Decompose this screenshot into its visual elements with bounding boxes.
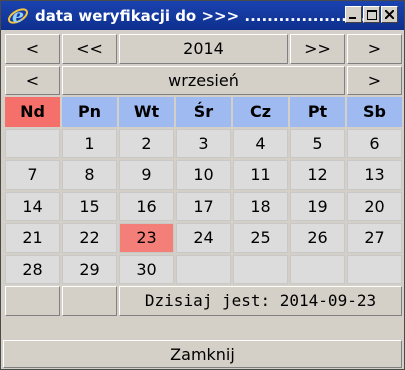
next-month-button[interactable]: >: [347, 34, 402, 64]
calendar-window: e data weryfikacji do >>> ..............…: [0, 0, 405, 370]
month-navigation-row: < wrzesień >: [5, 65, 402, 95]
today-day-cell[interactable]: 23: [119, 223, 174, 253]
day-cell[interactable]: 21: [5, 223, 60, 253]
day-cell[interactable]: 11: [233, 160, 288, 190]
week-row: 21 22 23 24 25 26 27: [5, 223, 402, 253]
day-cell[interactable]: 18: [233, 191, 288, 221]
day-cell[interactable]: 6: [347, 128, 402, 158]
empty-day-cell: [176, 254, 231, 284]
day-cell[interactable]: 4: [233, 128, 288, 158]
minimize-icon[interactable]: [345, 6, 362, 23]
next-month-button-2[interactable]: >: [347, 65, 402, 95]
next-year-button[interactable]: >>: [290, 34, 345, 64]
day-cell[interactable]: 9: [119, 160, 174, 190]
empty-footer-cell: [5, 286, 60, 316]
day-cell[interactable]: 13: [347, 160, 402, 190]
day-cell[interactable]: 8: [62, 160, 117, 190]
weekday-header-row: Nd Pn Wt Śr Cz Pt Sb: [5, 97, 402, 127]
day-cell[interactable]: 30: [119, 254, 174, 284]
empty-day-cell: [347, 254, 402, 284]
week-row: 1 2 3 4 5 6: [5, 128, 402, 158]
day-cell[interactable]: 29: [62, 254, 117, 284]
day-cell[interactable]: 26: [290, 223, 345, 253]
week-row: 28 29 30: [5, 254, 402, 284]
close-icon[interactable]: [381, 6, 398, 23]
year-display[interactable]: 2014: [119, 34, 288, 64]
day-cell[interactable]: 19: [290, 191, 345, 221]
day-cell[interactable]: 5: [290, 128, 345, 158]
empty-footer-cell: [62, 286, 117, 316]
day-cell[interactable]: 10: [176, 160, 231, 190]
day-cell[interactable]: 15: [62, 191, 117, 221]
day-cell[interactable]: 25: [233, 223, 288, 253]
week-row: 14 15 16 17 18 19 20: [5, 191, 402, 221]
internet-explorer-icon: e: [5, 3, 31, 29]
today-button[interactable]: Dzisiaj jest: 2014-09-23: [119, 286, 402, 316]
weekday-header: Wt: [119, 97, 174, 127]
weekday-header: Pt: [290, 97, 345, 127]
weekday-header: Śr: [176, 97, 231, 127]
close-button[interactable]: Zamknij: [3, 340, 402, 368]
window-title: data weryfikacji do >>> ................…: [35, 6, 376, 25]
empty-day-cell: [290, 254, 345, 284]
empty-day-cell: [5, 128, 60, 158]
day-cell[interactable]: 12: [290, 160, 345, 190]
title-bar[interactable]: e data weryfikacji do >>> ..............…: [1, 1, 404, 30]
month-display[interactable]: wrzesień: [62, 65, 345, 95]
maximize-icon[interactable]: [363, 6, 380, 23]
day-cell[interactable]: 17: [176, 191, 231, 221]
prev-year-button[interactable]: <<: [62, 34, 117, 64]
day-cell[interactable]: 20: [347, 191, 402, 221]
empty-day-cell: [233, 254, 288, 284]
day-cell[interactable]: 28: [5, 254, 60, 284]
day-cell[interactable]: 2: [119, 128, 174, 158]
day-cell[interactable]: 22: [62, 223, 117, 253]
svg-text:e: e: [12, 5, 24, 27]
day-cell[interactable]: 14: [5, 191, 60, 221]
prev-month-button-2[interactable]: <: [5, 65, 60, 95]
calendar-grid: < << 2014 >> > < wrzesień > Nd Pn Wt Śr …: [3, 32, 404, 318]
day-cell[interactable]: 3: [176, 128, 231, 158]
day-cell[interactable]: 1: [62, 128, 117, 158]
weekday-header: Pn: [62, 97, 117, 127]
day-cell[interactable]: 16: [119, 191, 174, 221]
day-cell[interactable]: 7: [5, 160, 60, 190]
day-cell[interactable]: 27: [347, 223, 402, 253]
weekday-header: Nd: [5, 97, 60, 127]
today-row: Dzisiaj jest: 2014-09-23: [5, 286, 402, 316]
weekday-header: Sb: [347, 97, 402, 127]
week-row: 7 8 9 10 11 12 13: [5, 160, 402, 190]
prev-month-button[interactable]: <: [5, 34, 60, 64]
year-navigation-row: < << 2014 >> >: [5, 34, 402, 64]
day-cell[interactable]: 24: [176, 223, 231, 253]
weekday-header: Cz: [233, 97, 288, 127]
